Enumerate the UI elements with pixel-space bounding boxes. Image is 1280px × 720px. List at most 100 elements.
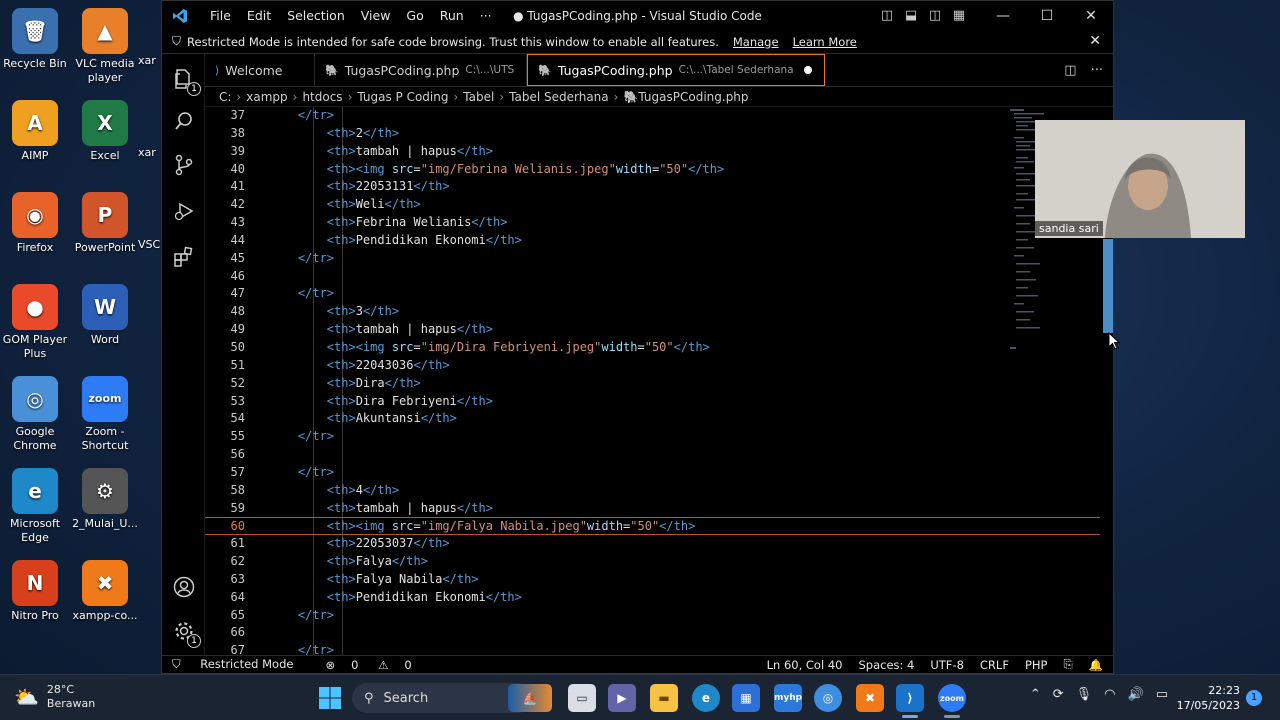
weather-widget[interactable]: ⛅ 28°C Berawan xyxy=(14,683,95,711)
source-control-icon[interactable] xyxy=(171,152,197,178)
zoom-taskbar-icon[interactable]: zoom xyxy=(938,684,966,712)
menu-view[interactable]: View xyxy=(353,8,399,23)
code-line[interactable]: 62 <th>Falya</th> xyxy=(205,553,1100,571)
encoding-status[interactable]: UTF-8 xyxy=(930,658,964,672)
code-line[interactable]: 41 <th>22053131</th> xyxy=(205,178,1100,196)
desktop-icon-word[interactable]: W Word xyxy=(70,284,140,347)
code-line[interactable]: 49 <th>tambah | hapus</th> xyxy=(205,321,1100,339)
menu-go[interactable]: Go xyxy=(398,8,431,23)
maximize-button[interactable]: ☐ xyxy=(1025,1,1069,30)
speedboat-search-highlight-icon[interactable]: ⛵ xyxy=(508,684,552,712)
restricted-mode-status[interactable]: ⛉ Restricted Mode xyxy=(172,657,309,672)
desktop-icon-nitro-pro[interactable]: N Nitro Pro xyxy=(0,560,70,623)
volume-icon[interactable]: 🔊 xyxy=(1128,687,1144,702)
desktop-icon-microsoft-edge[interactable]: e Microsoft Edge xyxy=(0,468,70,545)
code-line[interactable]: 59 <th>tambah | hapus</th> xyxy=(205,500,1100,518)
current-code-line[interactable]: 60 <th><img src="img/Falya Nabila.jpeg"w… xyxy=(205,517,1100,536)
code-line[interactable]: 39 <th>tambah | hapus</th> xyxy=(205,143,1100,161)
desktop-icon-vlc-media-player[interactable]: ▲ VLC media player xyxy=(70,8,140,85)
breadcrumb-item[interactable]: xampp xyxy=(246,90,287,104)
scrollbar-thumb[interactable] xyxy=(1103,239,1113,333)
code-line[interactable]: 38 <th>2</th> xyxy=(205,125,1100,143)
code-line[interactable]: 57 </tr> xyxy=(205,464,1100,482)
desktop-icon-google-chrome[interactable]: ◎ Google Chrome xyxy=(0,376,70,453)
unsaved-dot-icon[interactable] xyxy=(803,66,812,74)
taskbar-search[interactable]: ⚲ Search xyxy=(352,683,532,713)
code-line[interactable]: 63 <th>Falya Nabila</th> xyxy=(205,571,1100,589)
file-explorer-icon[interactable]: ▬ xyxy=(650,684,678,712)
desktop-icon-gom-player-plus[interactable]: ● GOM Player Plus xyxy=(0,284,70,361)
store-icon[interactable]: ▦ xyxy=(732,684,760,712)
settings-gear-icon[interactable]: 1 xyxy=(171,618,201,648)
desktop-icon-firefox[interactable]: ◉ Firefox xyxy=(0,192,70,255)
breadcrumb-item[interactable]: Tabel Sederhana xyxy=(509,90,609,104)
desktop-icon-2-mulai-u[interactable]: ⚙ 2_Mulai_U... xyxy=(70,468,140,531)
toggle-sidebar-icon[interactable]: ◫ xyxy=(875,6,899,26)
breadcrumb-item[interactable]: Tugas P Coding xyxy=(357,90,448,104)
desktop-icon-aimp[interactable]: A AIMP xyxy=(0,100,70,163)
toggle-panel-icon[interactable]: ⬓ xyxy=(899,6,923,26)
code-line[interactable]: 52 <th>Dira</th> xyxy=(205,375,1100,393)
toggle-secondary-sidebar-icon[interactable]: ◫ xyxy=(923,6,947,26)
code-line[interactable]: 43 <th>Febrina Welianis</th> xyxy=(205,214,1100,232)
start-windows-icon[interactable] xyxy=(318,686,342,710)
notification-badge[interactable]: 1 xyxy=(1246,690,1262,706)
code-line[interactable]: 46 xyxy=(205,268,1100,286)
task-view-icon[interactable]: ▭ xyxy=(568,684,596,712)
wifi-icon[interactable]: ◠ xyxy=(1104,687,1115,702)
code-line[interactable]: 47 </tr> xyxy=(205,285,1100,303)
code-line[interactable]: 65 </tr> xyxy=(205,607,1100,625)
problems-status[interactable]: ⊗ 0 ⚠ 0 xyxy=(325,658,427,672)
myhp-icon[interactable]: myhp xyxy=(774,684,802,712)
code-line[interactable]: 61 <th>22053037</th> xyxy=(205,535,1100,553)
language-mode[interactable]: PHP xyxy=(1025,658,1048,672)
manage-link[interactable]: Manage xyxy=(733,35,779,49)
desktop-icon-excel[interactable]: X Excel xyxy=(70,100,140,163)
chevron-up-icon[interactable]: ⌃ xyxy=(1030,687,1041,702)
menu-edit[interactable]: Edit xyxy=(239,8,279,23)
vscode-taskbar-icon[interactable]: ⟩ xyxy=(896,684,924,712)
code-line[interactable]: 51 <th>22043036</th> xyxy=(205,357,1100,375)
learn-more-link[interactable]: Learn More xyxy=(793,35,857,49)
editor-tab[interactable]: 🐘 TugasPCoding.php C:\...\UTS xyxy=(315,54,528,86)
code-line[interactable]: 44 <th>Pendidikan Ekonomi</th> xyxy=(205,232,1100,250)
indentation-status[interactable]: Spaces: 4 xyxy=(858,658,914,672)
code-editor[interactable]: 37 </tr> 38 <th>2</th> 39 <th>tambah | hap… xyxy=(205,107,1100,657)
breadcrumb-item[interactable]: htdocs xyxy=(302,90,342,104)
code-line[interactable]: 40 <th><img src="img/Febrina Welianis.jp… xyxy=(205,161,1100,179)
editor-tab[interactable]: 🐘 TugasPCoding.php C:\...\Tabel Sederhana xyxy=(527,54,825,86)
edge-taskbar-icon[interactable]: e xyxy=(692,684,720,712)
breadcrumb-item[interactable]: Tabel xyxy=(463,90,494,104)
live-share-icon[interactable]: ⎘ xyxy=(1063,657,1072,672)
microphone-icon[interactable]: 🎙 xyxy=(1076,687,1093,702)
code-line[interactable]: 45 </tr> xyxy=(205,250,1100,268)
desktop-icon-recycle-bin[interactable]: 🗑 Recycle Bin xyxy=(0,8,70,71)
code-line[interactable]: 42 <th>Weli</th> xyxy=(205,196,1100,214)
menu-file[interactable]: File xyxy=(202,8,239,23)
code-line[interactable]: 55 </tr> xyxy=(205,428,1100,446)
clock[interactable]: 22:23 17/05/2023 xyxy=(1177,683,1240,713)
explorer-icon[interactable]: 1 xyxy=(171,66,201,96)
close-window-button[interactable]: ✕ xyxy=(1069,1,1113,30)
code-line[interactable]: 37 </tr> xyxy=(205,107,1100,125)
code-line[interactable]: 53 <th>Dira Febriyeni</th> xyxy=(205,393,1100,411)
code-line[interactable]: 66 xyxy=(205,624,1100,642)
eol-status[interactable]: CRLF xyxy=(980,658,1009,672)
split-editor-icon[interactable]: ◫ xyxy=(1064,63,1076,78)
code-line[interactable]: 64 <th>Pendidikan Ekonomi</th> xyxy=(205,589,1100,607)
desktop-icon-xampp-co[interactable]: ✖ xampp-co... xyxy=(70,560,140,623)
desktop-icon-powerpoint[interactable]: P PowerPoint xyxy=(70,192,140,255)
account-icon[interactable] xyxy=(171,574,197,600)
search-icon[interactable] xyxy=(171,108,197,134)
cursor-position[interactable]: Ln 60, Col 40 xyxy=(767,658,843,672)
notifications-bell-icon[interactable]: 🔔 xyxy=(1089,658,1103,672)
code-line[interactable]: 54 <th>Akuntansi</th> xyxy=(205,410,1100,428)
xampp-taskbar-icon[interactable]: ✖ xyxy=(856,684,884,712)
breadcrumb-item[interactable]: C: xyxy=(219,90,231,104)
code-line[interactable]: 48 <th>3</th> xyxy=(205,303,1100,321)
teams-chat-icon[interactable]: ▶ xyxy=(608,684,636,712)
extensions-icon[interactable] xyxy=(171,244,197,270)
code-line[interactable]: 56 xyxy=(205,446,1100,464)
breadcrumb-item[interactable]: TugasPCoding.php xyxy=(638,90,748,104)
customize-layout-icon[interactable]: ▦ xyxy=(947,6,971,26)
